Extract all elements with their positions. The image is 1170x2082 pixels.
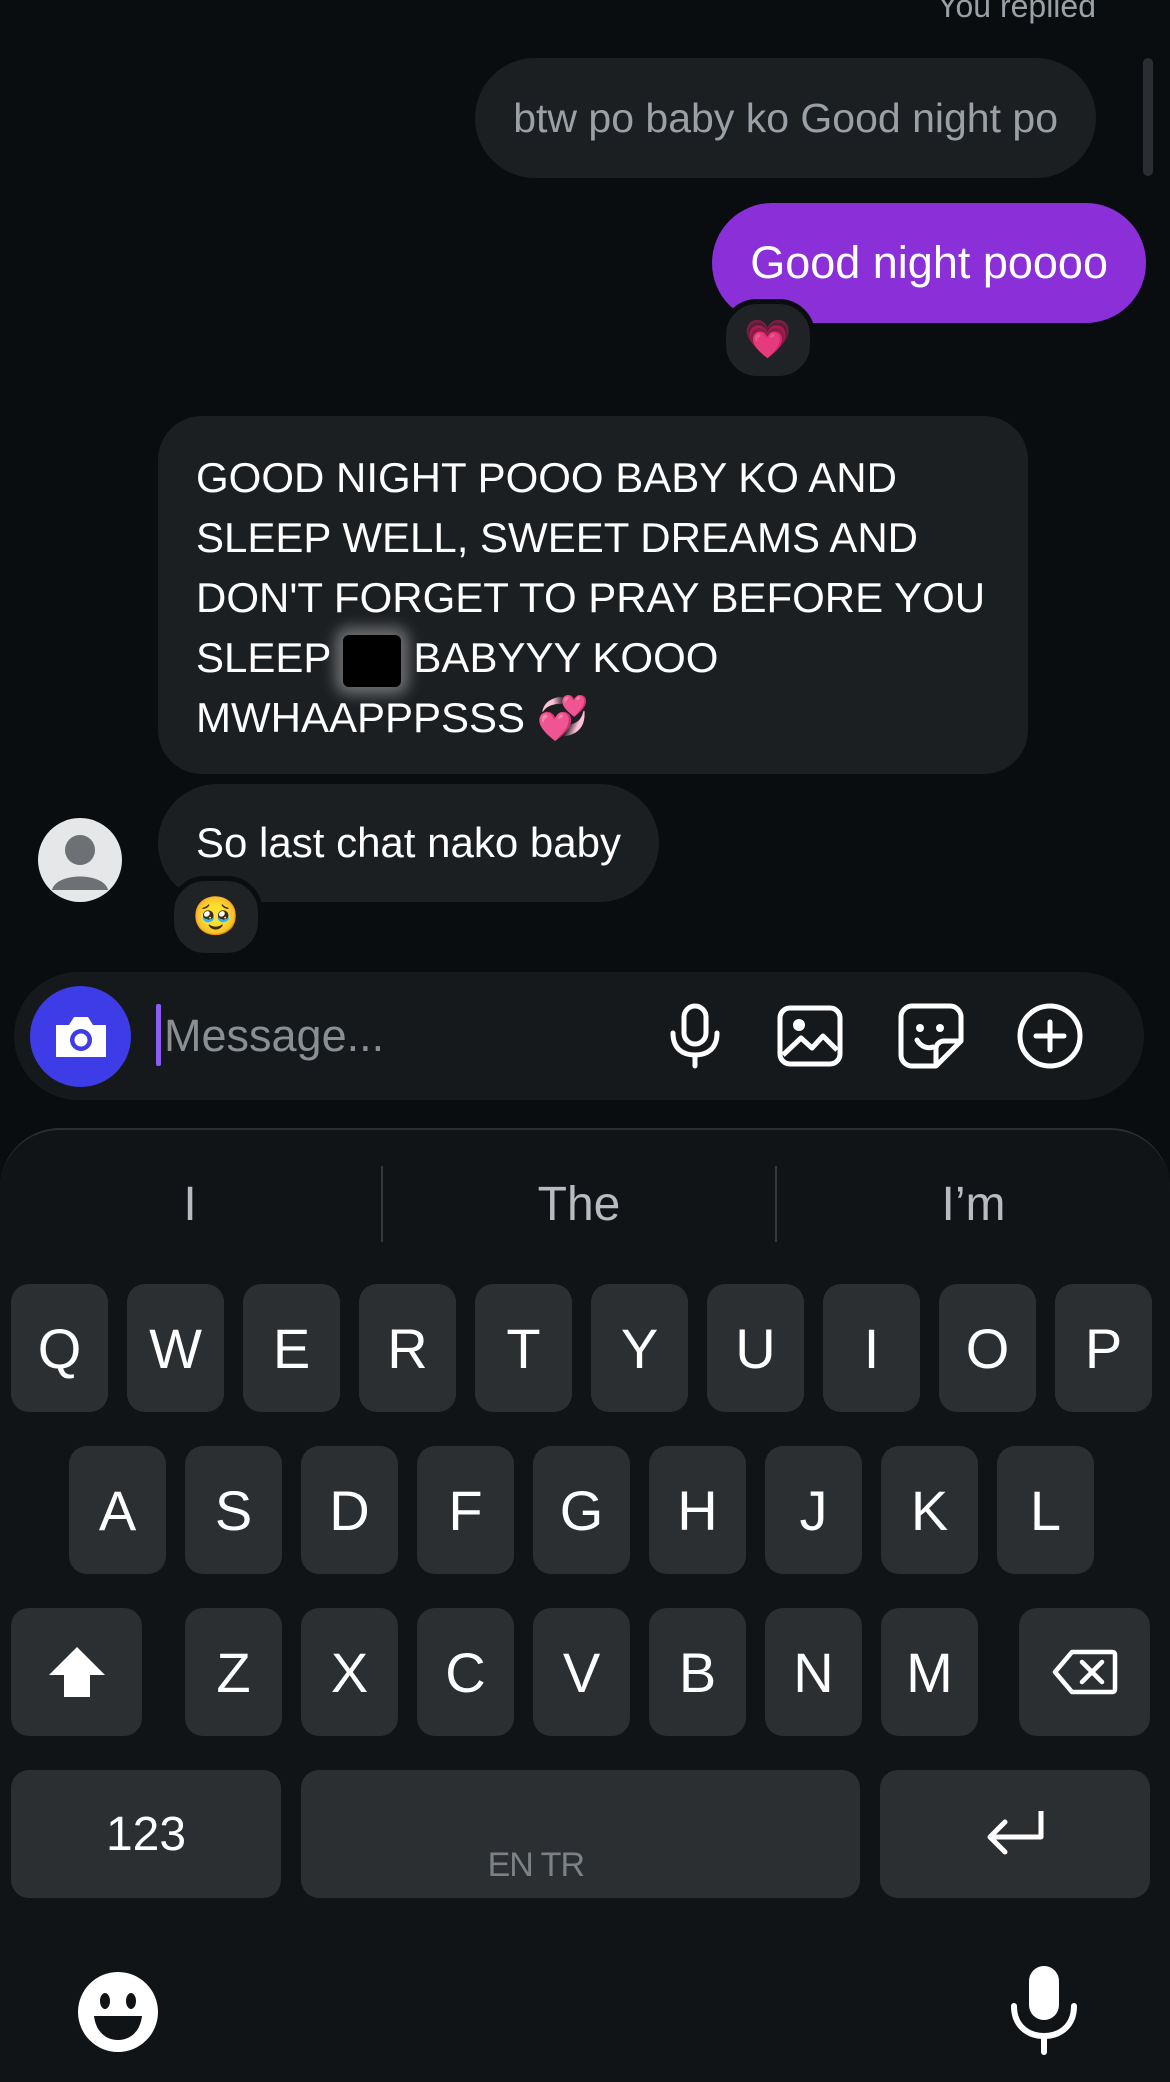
key-v[interactable]: V [533,1608,630,1736]
gallery-icon [777,1005,843,1067]
contact-avatar[interactable] [38,818,122,902]
replied-label: You replied [937,0,1096,24]
suggestion-1[interactable]: I [0,1164,380,1244]
key-t[interactable]: T [475,1284,572,1412]
replied-message-bubble[interactable]: btw po baby ko Good night po [475,58,1096,178]
key-p[interactable]: P [1055,1284,1152,1412]
emoji-button[interactable] [76,1970,160,2054]
pleading-face-reaction-emoji: 🥹 [192,896,240,938]
scrollbar-thumb[interactable] [1143,58,1153,176]
voice-input-icon [1011,1966,1077,2055]
key-o[interactable]: O [939,1284,1036,1412]
suggestion-label: I’m [941,1177,1006,1231]
sent-message-text: Good night poooo [750,237,1108,288]
suggestion-label: I [183,1177,197,1231]
sticker-button[interactable] [896,1001,966,1071]
sent-message-reaction[interactable]: 💗 [721,299,815,381]
key-x[interactable]: X [301,1608,398,1736]
key-e[interactable]: E [243,1284,340,1412]
key-u[interactable]: U [707,1284,804,1412]
key-l[interactable]: L [997,1446,1094,1574]
key-j[interactable]: J [765,1446,862,1574]
emoji-icon [78,1972,158,2052]
enter-icon [987,1811,1044,1855]
key-s[interactable]: S [185,1446,282,1574]
key-n[interactable]: N [765,1608,862,1736]
backspace-key[interactable] [1019,1608,1150,1736]
heart-reaction-emoji: 💗 [744,319,792,361]
backspace-icon [1052,1649,1117,1695]
key-k[interactable]: K [881,1446,978,1574]
camera-icon [55,1016,106,1057]
shift-icon [48,1647,105,1697]
key-b[interactable]: B [649,1608,746,1736]
default-avatar-icon [52,835,108,890]
message-input[interactable] [162,995,646,1077]
received-message-reaction[interactable]: 🥹 [169,876,263,958]
gallery-button[interactable] [775,1001,845,1071]
key-h[interactable]: H [649,1446,746,1574]
suggestion-2[interactable]: The [383,1164,775,1244]
numbers-key[interactable]: 123 [11,1770,281,1898]
plus-circle-icon [1017,1003,1083,1069]
key-q[interactable]: Q [11,1284,108,1412]
key-i[interactable]: I [823,1284,920,1412]
language-label: EN TR [487,1846,585,1884]
key-c[interactable]: C [417,1608,514,1736]
key-a[interactable]: A [69,1446,166,1574]
key-f[interactable]: F [417,1446,514,1574]
keyboard [0,1128,1170,2082]
key-y[interactable]: Y [591,1284,688,1412]
suggestion-label: The [537,1177,621,1231]
sticker-icon [898,1003,964,1069]
shift-key[interactable] [11,1608,142,1736]
received-message-bubble[interactable]: GOOD NIGHT POOO BABY KO AND SLEEP WELL, … [158,416,1028,774]
camera-button[interactable] [30,986,131,1087]
microphone-button[interactable] [660,1001,730,1071]
key-r[interactable]: R [359,1284,456,1412]
key-m[interactable]: M [881,1608,978,1736]
received-message-text: So last chat nako baby [196,819,621,866]
more-options-button[interactable] [1015,1001,1085,1071]
censored-emoji [343,634,402,687]
key-g[interactable]: G [533,1446,630,1574]
enter-key[interactable] [880,1770,1150,1898]
key-w[interactable]: W [127,1284,224,1412]
voice-input-button[interactable] [1006,1964,1082,2056]
key-z[interactable]: Z [185,1608,282,1736]
microphone-icon [670,1003,720,1069]
text-caret [156,1004,161,1066]
suggestion-3[interactable]: I’m [777,1164,1170,1244]
key-d[interactable]: D [301,1446,398,1574]
replied-message-text: btw po baby ko Good night po [513,94,1058,141]
